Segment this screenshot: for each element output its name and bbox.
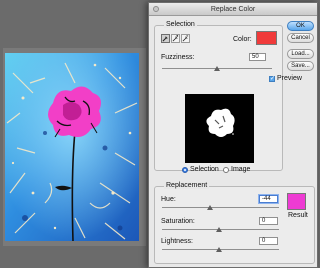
fuzziness-label: Fuzziness: [161,54,195,61]
result-color-swatch[interactable] [287,193,306,210]
eyedropper-plus-icon [172,35,179,42]
replacement-group: Replacement Hue: -44 Result Saturation: … [154,182,315,264]
saturation-label: Saturation: [161,218,195,225]
result-label: Result [288,212,308,219]
selection-group: Selection Color: Fuzziness: 50 Selection… [154,21,283,173]
view-image-radio[interactable] [223,166,229,173]
view-selection-radio[interactable] [182,166,188,173]
fuzziness-input[interactable]: 50 [249,53,266,61]
view-image-label: Image [231,166,251,173]
artwork-image[interactable] [5,53,139,241]
lightness-slider-thumb[interactable] [216,247,222,252]
selection-preview [185,94,254,163]
painting-svg [5,53,139,241]
hue-label: Hue: [161,196,176,203]
replacement-group-title: Replacement [164,182,210,189]
hue-slider-thumb[interactable] [207,205,213,210]
selection-group-title: Selection [164,21,197,28]
dialog-titlebar[interactable]: Replace Color [149,3,317,16]
eyedropper-tool[interactable] [161,34,170,43]
eyedropper-add-tool[interactable] [171,34,180,43]
eyedropper-icon [162,36,168,42]
selection-color-swatch[interactable] [256,31,277,45]
view-selection-option[interactable]: Selection [182,166,219,173]
cancel-button[interactable]: Cancel [287,33,314,43]
color-label: Color: [233,36,252,43]
eyedropper-subtract-tool[interactable] [181,34,190,43]
ok-button[interactable]: OK [287,21,314,31]
preview-toggle[interactable]: ✓ Preview [269,75,302,82]
eyedropper-tools [161,34,191,43]
dialog-title: Replace Color [210,6,256,13]
view-selection-label: Selection [190,166,219,173]
preview-label: Preview [277,75,302,82]
saturation-input[interactable]: 0 [259,217,278,225]
hue-slider-track[interactable] [162,207,279,208]
selection-mask-image [206,108,235,137]
view-image-option[interactable]: Image [223,166,250,173]
lightness-input[interactable]: 0 [259,237,278,245]
eyedropper-minus-icon [182,35,189,42]
save-button[interactable]: Save... [287,61,314,71]
fuzziness-slider-thumb[interactable] [214,66,220,71]
hue-input[interactable]: -44 [259,195,278,203]
lightness-label: Lightness: [161,238,193,245]
window-close-icon[interactable] [153,6,159,12]
saturation-slider-thumb[interactable] [216,227,222,232]
preview-checkbox[interactable]: ✓ [269,75,275,82]
replace-color-dialog: Replace Color Selection Color: Fuzziness… [148,2,318,268]
load-button[interactable]: Load... [287,49,314,59]
